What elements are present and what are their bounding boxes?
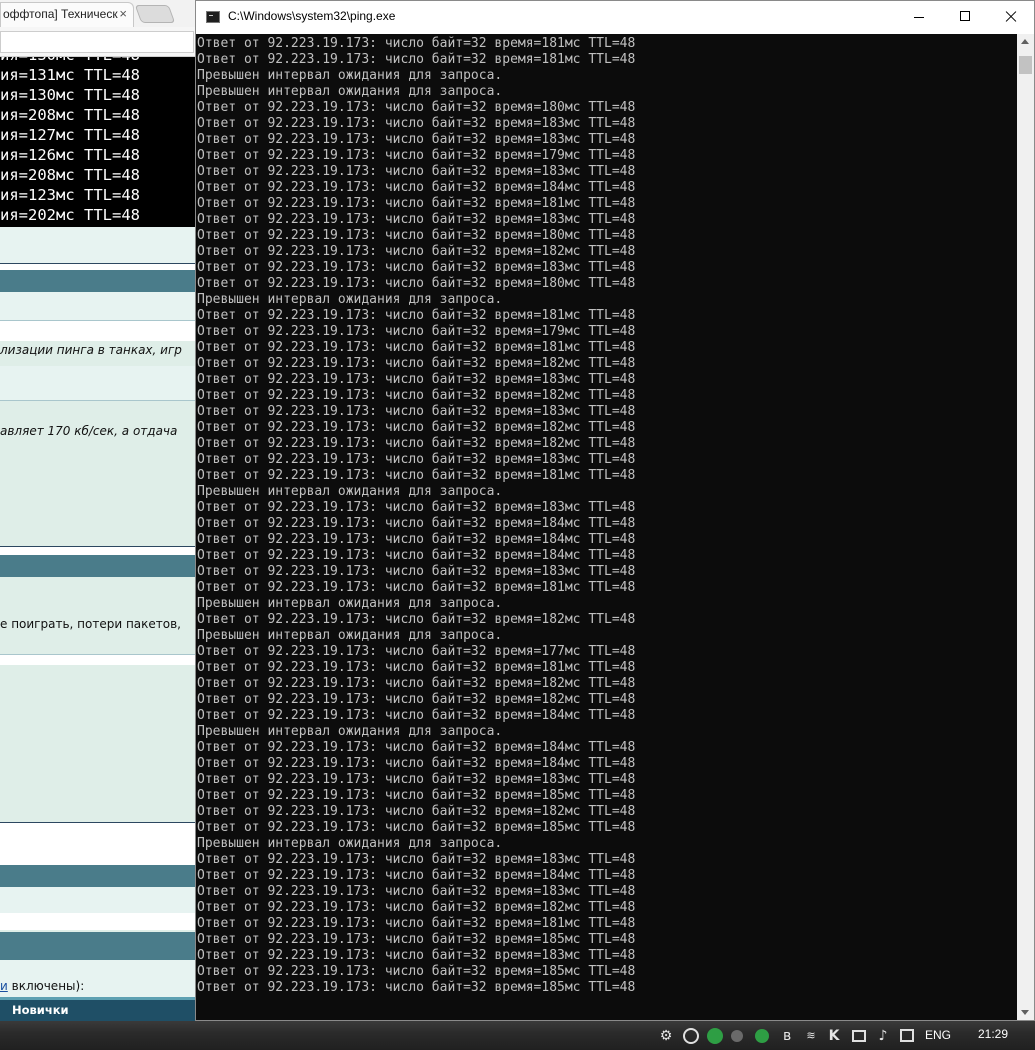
ping-console-window: C:\Windows\system32\ping.exe Ответ от 92… [195,0,1035,1021]
kaspersky-icon[interactable]: K [826,1028,842,1044]
browser-tab-bar: оффтопа] Техническ × [0,0,196,27]
post-meta-band [0,292,196,320]
volume-icon[interactable]: ♪ [875,1028,891,1044]
footer-link-newbies[interactable]: Новички [12,1003,69,1017]
address-bar[interactable] [0,31,194,53]
browser-e-icon[interactable] [683,1028,699,1044]
vertical-scrollbar[interactable] [1017,34,1034,1020]
post-body-area [0,321,196,341]
console-line: ия=130мс TTL=48 [0,86,140,104]
post-header-bar [0,270,196,292]
embedded-ping-screenshot: ия=130мс TTL=48 ия=131мс TTL=48 ия=130мс… [0,57,196,227]
post-footer-band [0,366,196,400]
action-center-icon[interactable] [900,1029,914,1042]
stats-text-rest: включены): [7,979,85,993]
green-check-icon[interactable] [755,1029,769,1043]
stats-link[interactable]: и [0,979,8,993]
cmd-app-icon[interactable] [206,11,220,23]
post-text-snippet: е поиграть, потери пакетов, [0,617,181,631]
post-meta-band [0,887,196,913]
background-browser-window: оффтопа] Техническ × ия=130мс TTL=48 ия=… [0,0,196,1022]
scrollbar-thumb[interactable] [1019,56,1032,74]
console-line: ия=202мс TTL=48 [0,206,140,224]
console-line: ия=208мс TTL=48 [0,106,140,124]
post-footer-band [0,227,196,263]
console-output-text: Ответ от 92.223.19.173: число байт=32 вр… [197,36,636,995]
browser-toolbar [0,27,196,57]
input-language[interactable]: ENG [925,1028,951,1042]
browser-tab-forum[interactable]: оффтопа] Техническ × [0,2,134,27]
console-line: ия=131мс TTL=48 [0,66,140,84]
browser-tab-title: оффтопа] Техническ [3,7,118,21]
console-line: ия=208мс TTL=48 [0,166,140,184]
new-tab-button[interactable] [134,5,176,23]
post-gap [0,913,196,930]
post-text-snippet: авляет 170 кб/сек, а отдача [0,424,178,438]
post-gap [0,823,196,865]
cpu-icon[interactable]: ≋ [803,1028,819,1044]
post-header-bar [0,865,196,887]
stats-text: и включены): [0,979,84,993]
console-line: ия=127мс TTL=48 [0,126,140,144]
post-header-bar [0,555,196,577]
network-icon[interactable] [852,1030,866,1042]
system-clock[interactable]: 21:29 [978,1027,1008,1041]
notification-bell-icon[interactable] [731,1030,743,1042]
stats-header-bar [0,932,196,960]
tab-close-icon[interactable]: × [119,3,127,25]
window-title-bar[interactable]: C:\Windows\system32\ping.exe [196,1,1034,34]
console-line: ия=126мс TTL=48 [0,146,140,164]
close-button[interactable] [988,1,1034,33]
windows-taskbar: ⚙ ʙ ≋ K ♪ ENG 21:29 [0,1021,1035,1050]
post-separator [0,400,196,401]
maximize-button[interactable] [942,1,988,33]
post-text-snippet: лизации пинга в танках, игр [0,343,182,357]
post-gap [0,655,196,665]
minimize-button[interactable] [896,1,942,33]
forum-footer-bar: Новички [0,997,196,1022]
bluetooth-icon[interactable]: ʙ [779,1028,795,1044]
console-output-area[interactable]: Ответ от 92.223.19.173: число байт=32 вр… [196,34,1017,1020]
console-line: ия=130мс TTL=48 [0,57,140,65]
network-settings-icon[interactable]: ⚙ [658,1028,674,1044]
window-title: C:\Windows\system32\ping.exe [228,9,396,23]
post-gap [0,547,196,555]
scroll-up-arrow-icon[interactable] [1021,39,1029,44]
color-app-icon[interactable] [707,1028,723,1044]
console-line: ия=123мс TTL=48 [0,186,140,204]
scroll-down-arrow-icon[interactable] [1021,1010,1029,1015]
